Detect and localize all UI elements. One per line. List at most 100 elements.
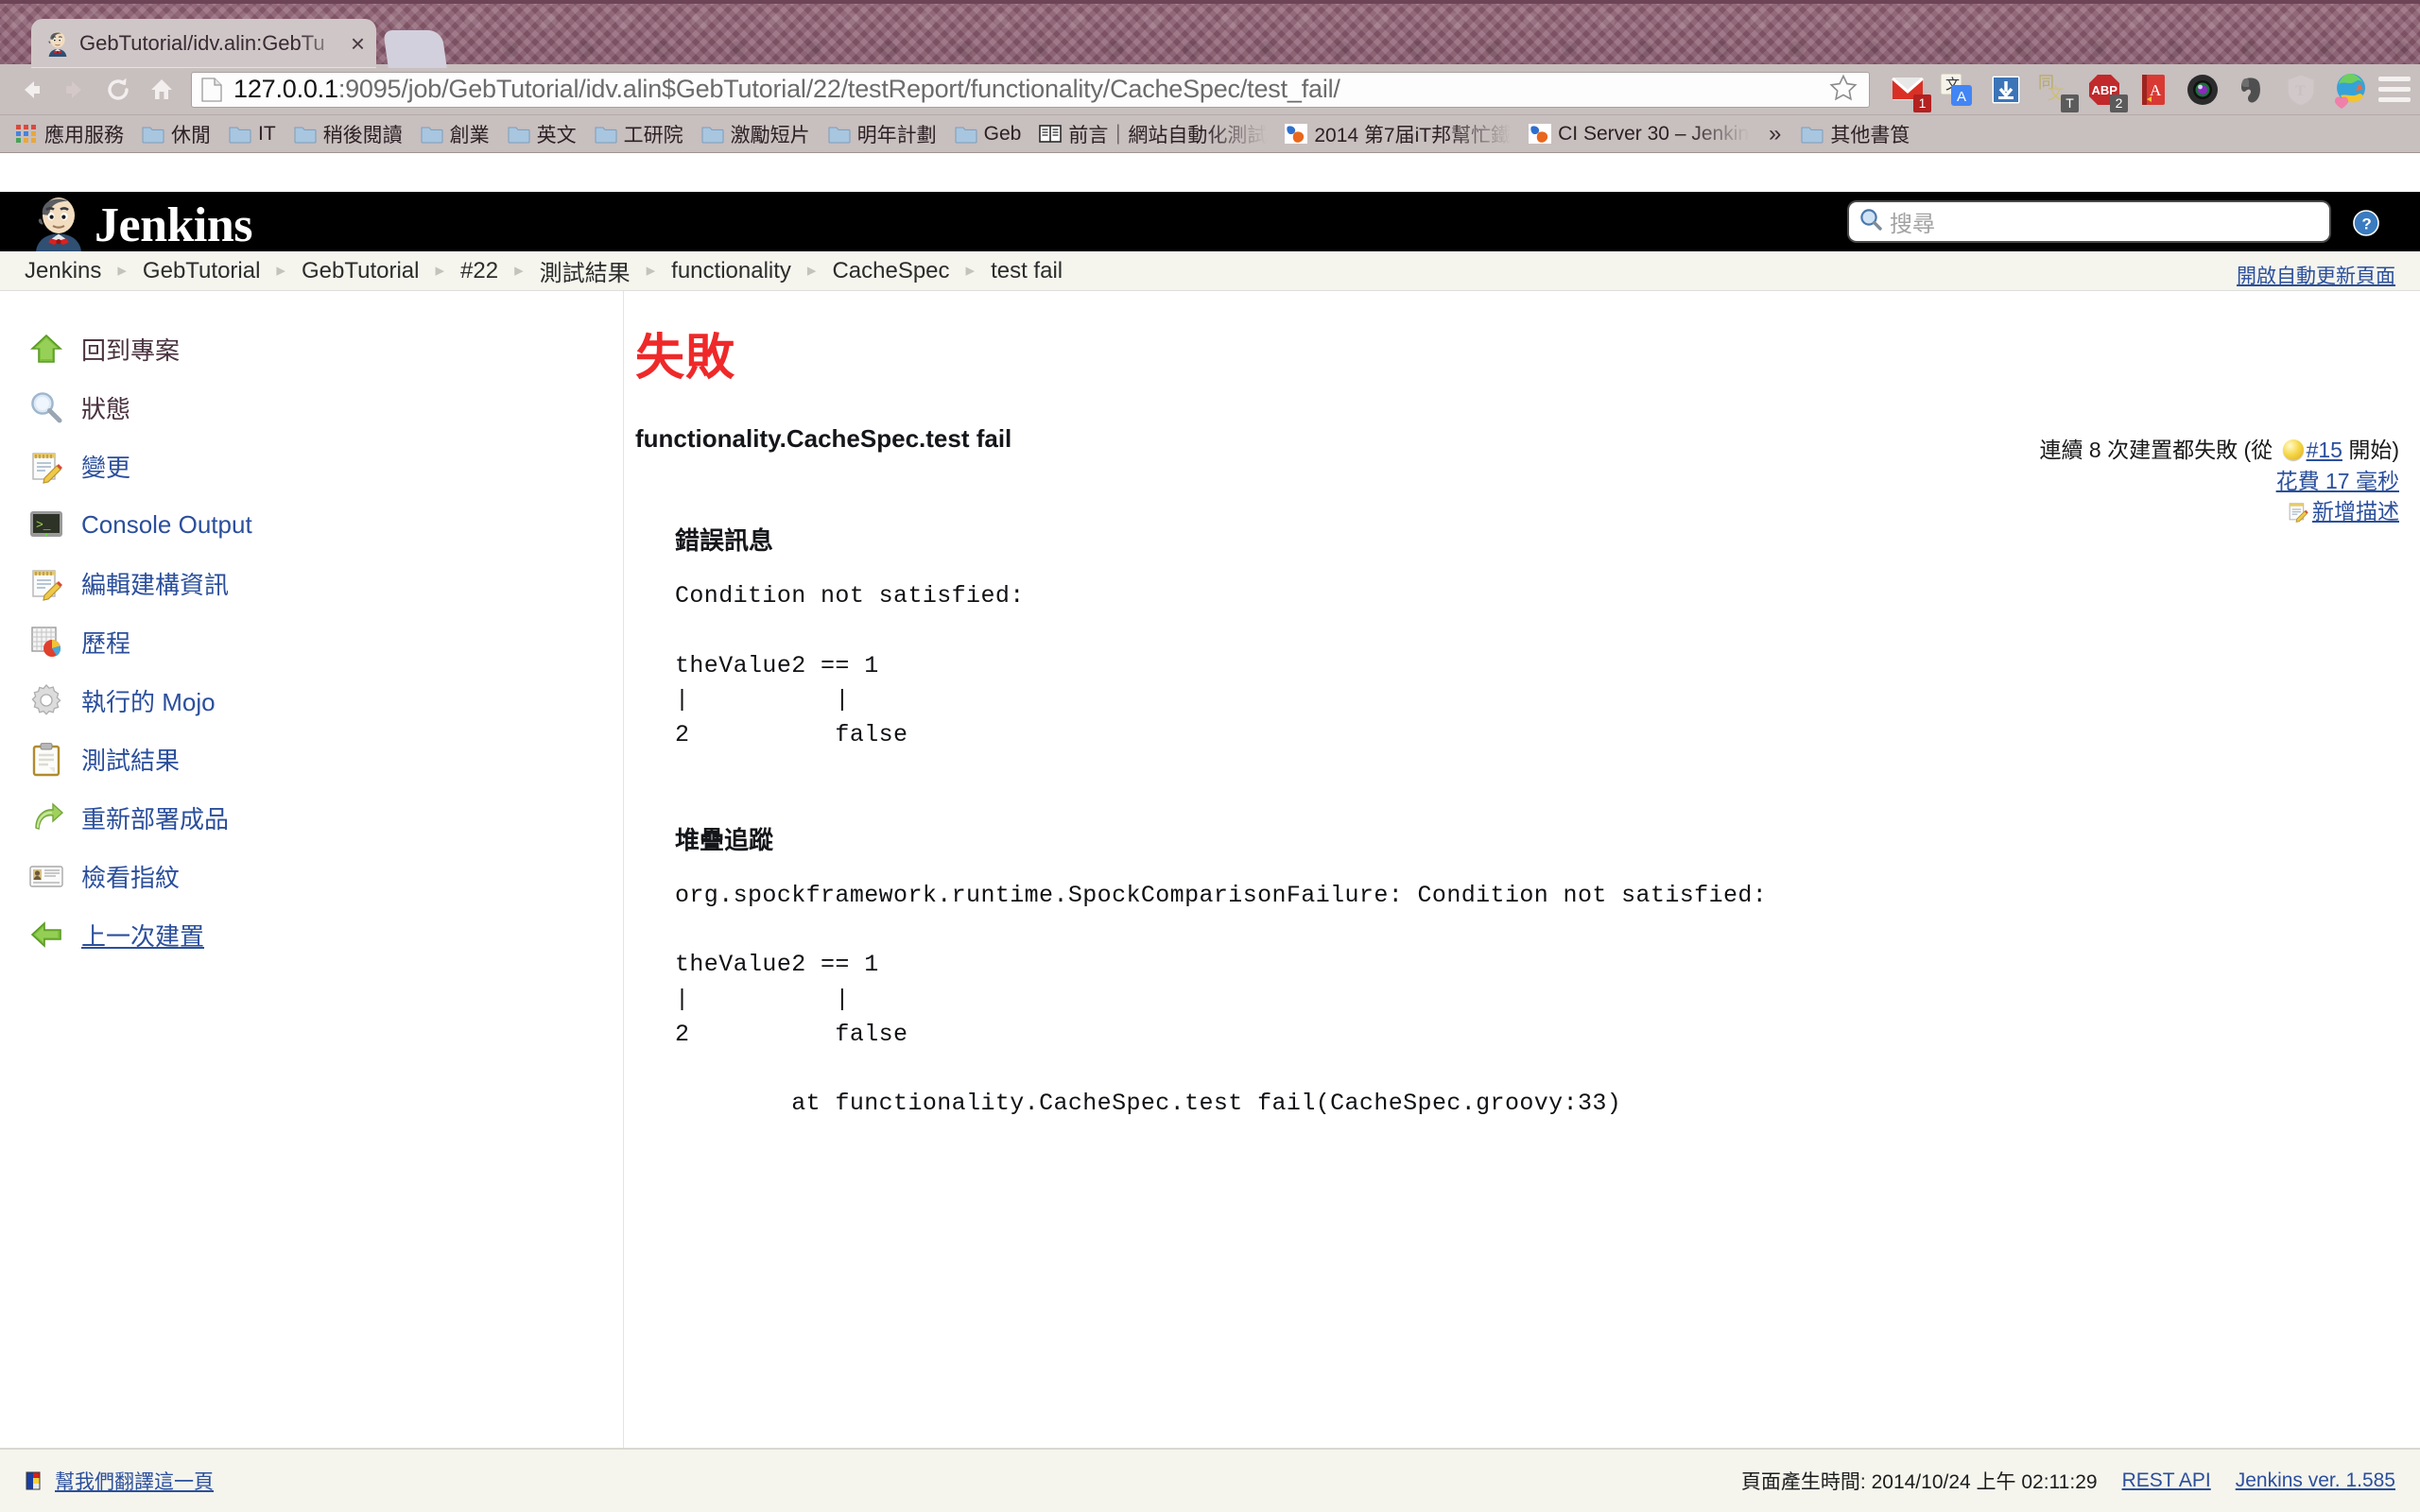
chrome-menu-icon[interactable] xyxy=(2378,77,2411,102)
bookmark-label: 其他書筤 xyxy=(1830,124,1910,146)
add-description-link[interactable]: 新增描述 xyxy=(2312,499,2399,524)
folder-icon xyxy=(229,124,251,144)
breadcrumb-item-gebtutorial-folder[interactable]: GebTutorial xyxy=(143,258,261,284)
breadcrumb-item-functionality[interactable]: functionality xyxy=(671,258,791,284)
sidebar-item-previous-build[interactable]: 上一次建置 xyxy=(0,905,623,964)
sidebar-item-label: 執行的 Mojo xyxy=(81,687,216,716)
sidebar-item-status[interactable]: 狀態 xyxy=(0,378,623,437)
address-bar[interactable]: 127.0.0.1:9095/job/GebTutorial/idv.alin$… xyxy=(191,71,1870,108)
search-input[interactable]: 搜尋 xyxy=(1849,202,2329,241)
clipboard-icon xyxy=(28,741,64,777)
bookmark-folder-2[interactable]: IT xyxy=(221,120,284,148)
evernote-icon[interactable] xyxy=(2233,71,2271,109)
bookmark-apps[interactable]: 應用服務 xyxy=(8,117,131,151)
sidebar-item-executed-mojo[interactable]: 執行的 Mojo xyxy=(0,671,623,730)
bookmark-folder-7[interactable]: 激勵短片 xyxy=(694,117,818,151)
rest-api-link[interactable]: REST API xyxy=(2122,1469,2211,1492)
id-card-icon xyxy=(28,858,64,894)
close-icon[interactable]: × xyxy=(351,31,365,56)
breadcrumb-item-build-number[interactable]: #22 xyxy=(460,258,498,284)
bookmarks-overflow-icon[interactable]: » xyxy=(1759,121,1790,147)
breadcrumb-item-test-fail[interactable]: test fail xyxy=(991,258,1063,284)
sidebar-item-history[interactable]: 歷程 xyxy=(0,612,623,671)
home-icon[interactable] xyxy=(140,68,183,112)
sidebar-item-console-output[interactable]: >_ Console Output xyxy=(0,495,623,554)
sidebar-item-label: 狀態 xyxy=(81,394,131,423)
svg-text:A: A xyxy=(1957,89,1966,105)
failing-since-suffix: 開始) xyxy=(2342,438,2399,462)
failing-since-line: 連續 8 次建置都失敗 (從 #15 開始) xyxy=(2040,435,2399,466)
duration-link[interactable]: 花費 17 毫秒 xyxy=(2276,469,2399,493)
sidebar-item-changes[interactable]: 變更 xyxy=(0,437,623,495)
bookmark-label: 前言｜網站自動化測試 xyxy=(1068,124,1268,146)
gmail-icon[interactable]: 1 xyxy=(1889,71,1931,112)
breadcrumb-item-jenkins[interactable]: Jenkins xyxy=(25,258,101,284)
bookmark-folder-6[interactable]: 工研院 xyxy=(587,117,691,151)
bookmark-folder-5[interactable]: 英文 xyxy=(500,117,584,151)
star-icon[interactable] xyxy=(1829,74,1859,106)
bookmark-label: CI Server 30 – Jenkin xyxy=(1558,122,1750,145)
bookmark-folder-3[interactable]: 稍後閱讀 xyxy=(286,117,410,151)
enable-auto-refresh-link[interactable]: 開啟自動更新頁面 xyxy=(2237,261,2395,289)
extension-toolbar: 1 文 A 同 文 T ABP 2 A T xyxy=(1877,71,2369,112)
add-description-line: 新增描述 xyxy=(2040,496,2399,527)
folder-icon xyxy=(595,124,617,144)
duration-line: 花費 17 毫秒 xyxy=(2040,466,2399,497)
help-question-icon[interactable]: ? xyxy=(2352,209,2380,237)
navigation-toolbar: 127.0.0.1:9095/job/GebTutorial/idv.alin$… xyxy=(0,64,2420,115)
folder-icon xyxy=(294,124,317,144)
tongwentang-icon[interactable]: 同 文 T xyxy=(2036,71,2079,112)
reload-icon[interactable] xyxy=(96,68,140,112)
forward-icon xyxy=(53,68,96,112)
page-body: 回到專案 狀態 變更 >_ Console Output 編輯建構資訊 歷程 執… xyxy=(0,291,2420,1453)
back-icon[interactable] xyxy=(9,68,53,112)
folder-icon xyxy=(1801,124,1824,144)
chevron-right-icon: ▸ xyxy=(435,261,445,281)
breadcrumb-item-gebtutorial-job[interactable]: GebTutorial xyxy=(302,258,420,284)
google-translate-icon[interactable]: 文 A xyxy=(1938,71,1976,109)
up-arrow-green-icon xyxy=(28,331,64,367)
bookmark-folder-1[interactable]: 休閒 xyxy=(134,117,218,151)
sidebar-item-redeploy-artifacts[interactable]: 重新部署成品 xyxy=(0,788,623,847)
breadcrumb-item-test-result[interactable]: 測試結果 xyxy=(540,254,631,287)
sidebar-item-label: 上一次建置 xyxy=(81,921,205,951)
bookmark-folder-geb[interactable]: Geb xyxy=(947,120,1029,148)
dictionary-icon[interactable]: A xyxy=(2135,71,2172,109)
bookmark-label: 明年計劃 xyxy=(856,124,937,146)
bookmark-ithome-1[interactable]: 2014 第7届iT邦幫忙鐵 xyxy=(1277,117,1518,151)
camera-lens-icon[interactable] xyxy=(2184,71,2221,109)
bookmark-other-bookmarks[interactable]: 其他書筤 xyxy=(1793,117,1917,151)
sidebar-item-test-result[interactable]: 測試結果 xyxy=(0,730,623,788)
jenkins-version-link[interactable]: Jenkins ver. 1.585 xyxy=(2236,1469,2395,1492)
sidebar-item-back-to-project[interactable]: 回到專案 xyxy=(0,319,623,378)
gear-icon xyxy=(28,682,64,718)
bookmark-folder-8[interactable]: 明年計劃 xyxy=(821,117,944,151)
footer-right: 頁面產生時間: 2014/10/24 上午 02:11:29 REST API … xyxy=(1741,1467,2395,1495)
sidebar-item-label: 檢看指紋 xyxy=(81,863,181,892)
left-arrow-green-icon xyxy=(28,917,64,953)
failing-since-build-link[interactable]: #15 xyxy=(2307,438,2342,462)
bookmark-book[interactable]: 前言｜網站自動化測試 xyxy=(1031,117,1274,151)
bookmarks-bar: 應用服務 休閒 IT 稍後閱讀 創業 英文 工研院 激勵短片 明年計劃 Geb … xyxy=(0,115,2420,153)
new-tab-button[interactable] xyxy=(383,30,447,68)
tongwentang-badge: T xyxy=(2061,94,2079,112)
failing-since-prefix: 連續 8 次建置都失敗 (從 xyxy=(2039,438,2279,462)
gmail-badge: 1 xyxy=(1913,94,1931,112)
sidebar-item-see-fingerprints[interactable]: 檢看指紋 xyxy=(0,847,623,905)
apps-grid-icon xyxy=(15,124,38,144)
chevron-right-icon: ▸ xyxy=(276,261,285,281)
globe-heart-icon[interactable] xyxy=(2331,71,2369,109)
bookmark-folder-4[interactable]: 創業 xyxy=(413,117,497,151)
bookmark-ithome-2[interactable]: CI Server 30 – Jenkin xyxy=(1521,120,1756,148)
browser-tab[interactable]: GebTutorial/idv.alin:GebTu × xyxy=(31,19,376,68)
help-translate-link[interactable]: 幫我們翻譯這一頁 xyxy=(55,1467,214,1495)
download-icon[interactable] xyxy=(1987,71,2025,109)
jenkins-logo-link[interactable]: Jenkins xyxy=(28,195,253,251)
adblock-plus-icon[interactable]: ABP 2 xyxy=(2085,71,2128,112)
bookmark-label: 2014 第7届iT邦幫忙鐵 xyxy=(1314,124,1512,146)
shield-icon[interactable]: T xyxy=(2282,71,2320,109)
sidebar-item-edit-build-information[interactable]: 編輯建構資訊 xyxy=(0,554,623,612)
breadcrumb-item-cachespec[interactable]: CacheSpec xyxy=(832,258,949,284)
error-message-text: Condition not satisfied: theValue2 == 1 … xyxy=(675,582,1025,748)
footer-left: 幫我們翻譯這一頁 xyxy=(25,1467,214,1495)
